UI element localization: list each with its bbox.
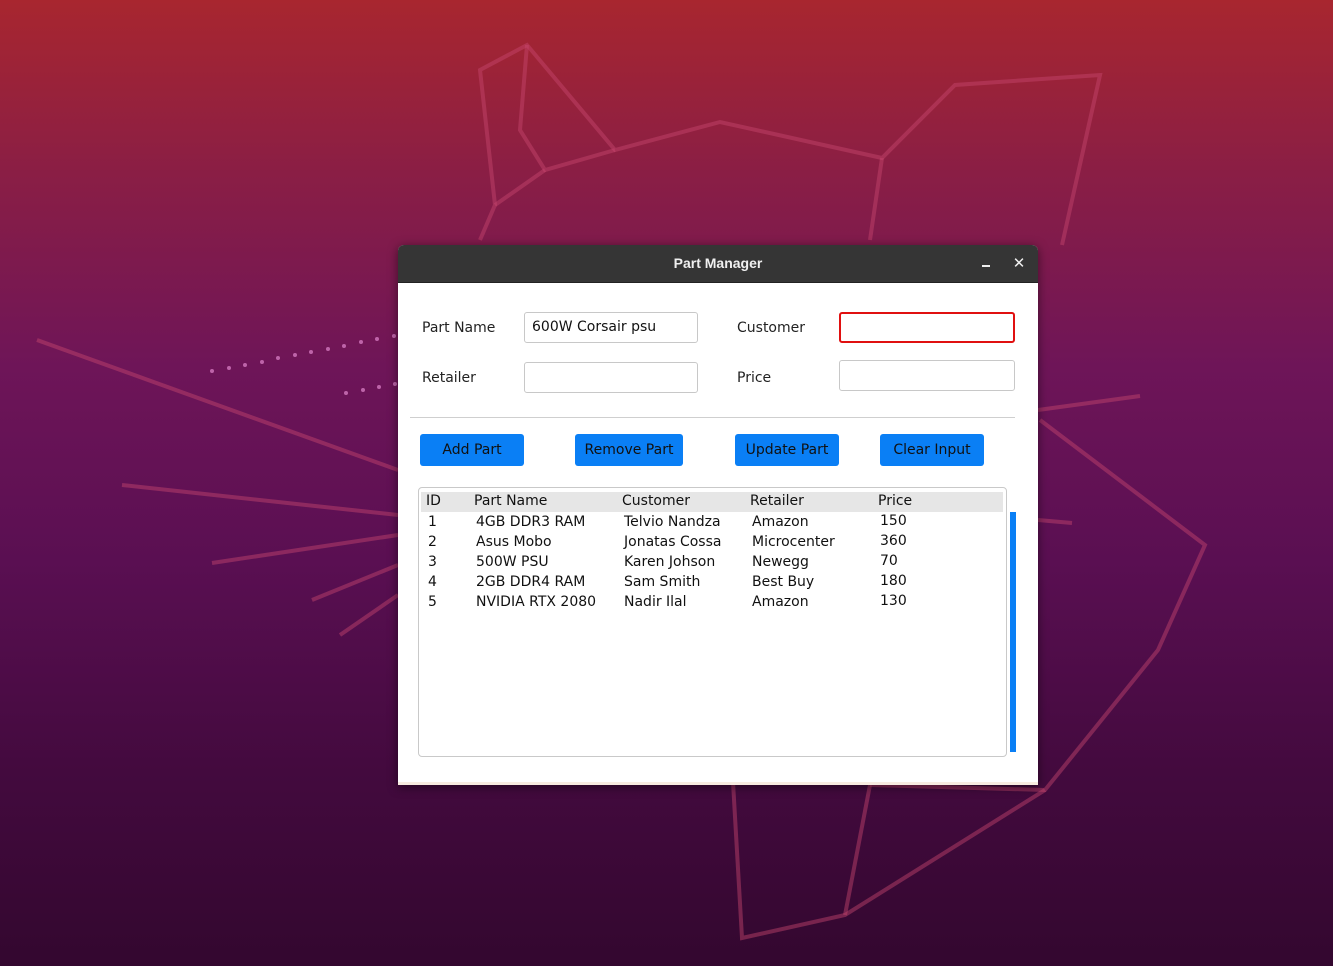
update-part-button[interactable]: Update Part [735, 434, 839, 466]
table-scrollbar[interactable] [1010, 512, 1016, 752]
cell-part-name: 4GB DDR3 RAM [476, 514, 586, 530]
cell-id: 1 [428, 514, 437, 530]
price-label: Price [737, 370, 772, 386]
cell-price: 180 [880, 573, 907, 589]
table-row[interactable]: 2 Asus Mobo Jonatas Cossa Microcenter 360 [419, 533, 1006, 553]
column-header-customer[interactable]: Customer [622, 493, 690, 509]
cell-part-name: Asus Mobo [476, 534, 552, 550]
column-header-id[interactable]: ID [426, 493, 441, 509]
cell-price: 130 [880, 593, 907, 609]
title-bar[interactable]: Part Manager ✕ [398, 245, 1038, 283]
cell-customer: Telvio Nandza [624, 514, 721, 530]
cell-id: 2 [428, 534, 437, 550]
table-row[interactable]: 4 2GB DDR4 RAM Sam Smith Best Buy 180 [419, 573, 1006, 593]
close-button[interactable]: ✕ [1009, 253, 1029, 273]
cell-retailer: Best Buy [752, 574, 815, 590]
part-manager-window: Part Manager ✕ Part Name 600W Corsair ps… [398, 245, 1038, 785]
cell-part-name: NVIDIA RTX 2080 [476, 594, 597, 610]
remove-part-button[interactable]: Remove Part [575, 434, 683, 466]
window-title: Part Manager [673, 255, 763, 271]
retailer-input[interactable] [524, 362, 698, 393]
column-header-retailer[interactable]: Retailer [750, 493, 804, 509]
table-header: ID Part Name Customer Retailer Price [421, 492, 1003, 512]
column-header-part-name[interactable]: Part Name [474, 493, 547, 509]
table-row[interactable]: 1 4GB DDR3 RAM Telvio Nandza Amazon 150 [419, 513, 1006, 533]
cell-retailer: Newegg [752, 554, 809, 570]
cell-id: 3 [428, 554, 437, 570]
cell-id: 4 [428, 574, 437, 590]
table-row[interactable]: 3 500W PSU Karen Johson Newegg 70 [419, 553, 1006, 573]
part-name-label: Part Name [422, 320, 496, 336]
cell-price: 360 [880, 533, 907, 549]
customer-input[interactable] [839, 312, 1015, 343]
cell-price: 150 [880, 513, 907, 529]
cell-part-name: 2GB DDR4 RAM [476, 574, 586, 590]
cell-part-name: 500W PSU [476, 554, 549, 570]
part-name-input[interactable]: 600W Corsair psu [524, 312, 698, 343]
minimize-icon [982, 265, 990, 267]
cell-id: 5 [428, 594, 437, 610]
close-icon: ✕ [1012, 254, 1026, 272]
parts-table[interactable]: ID Part Name Customer Retailer Price 1 4G… [418, 487, 1007, 757]
form-divider [410, 417, 1015, 418]
price-input[interactable] [839, 360, 1015, 391]
table-row[interactable]: 5 NVIDIA RTX 2080 Nadir Ilal Amazon 130 [419, 593, 1006, 613]
add-part-button[interactable]: Add Part [420, 434, 524, 466]
cell-customer: Nadir Ilal [624, 594, 687, 610]
minimize-button[interactable] [976, 253, 996, 273]
cell-retailer: Amazon [752, 514, 809, 530]
cell-retailer: Amazon [752, 594, 809, 610]
customer-label: Customer [737, 320, 806, 336]
retailer-label: Retailer [422, 370, 476, 386]
cell-price: 70 [880, 553, 898, 569]
cell-retailer: Microcenter [752, 534, 835, 550]
clear-input-button[interactable]: Clear Input [880, 434, 984, 466]
column-header-price[interactable]: Price [878, 493, 912, 509]
cell-customer: Sam Smith [624, 574, 701, 590]
cell-customer: Jonatas Cossa [624, 534, 722, 550]
cell-customer: Karen Johson [624, 554, 716, 570]
